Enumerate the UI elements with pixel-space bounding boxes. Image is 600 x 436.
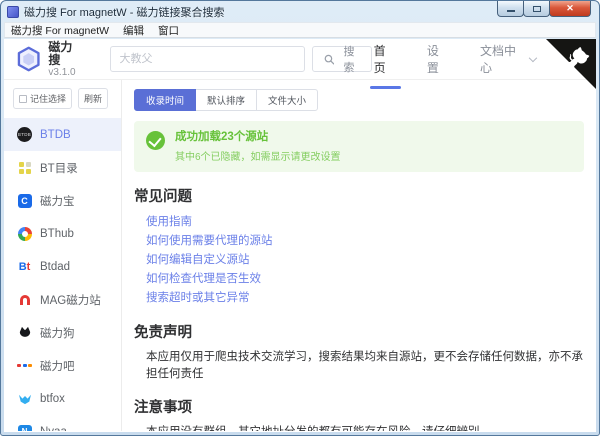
source-item-btdb[interactable]: BTDB BTDB xyxy=(4,118,121,151)
source-list: BTDB BTDB BT目录 C 磁力宝 BThub xyxy=(4,118,121,431)
menubar: 磁力搜 For magnetW 编辑 窗口 xyxy=(4,22,596,38)
source-label: MAG磁力站 xyxy=(40,292,101,308)
source-item-cilidog[interactable]: 磁力狗 xyxy=(4,316,121,349)
remember-selection-label: 记住选择 xyxy=(30,92,66,105)
menu-app[interactable]: 磁力搜 For magnetW xyxy=(11,23,109,38)
source-label: Btdad xyxy=(40,261,70,273)
app-surface: 磁力搜 v3.1.0 搜索 首页 设置 xyxy=(4,39,596,432)
source-label: Nyaa xyxy=(40,426,67,432)
app-name: 磁力搜 xyxy=(48,41,83,67)
sort-by-size-button[interactable]: 文件大小 xyxy=(256,89,318,111)
search-icon xyxy=(324,54,335,65)
sort-default-button[interactable]: 默认排序 xyxy=(195,89,257,111)
faq-link-proxy-check[interactable]: 如何检查代理是否生效 xyxy=(146,270,584,289)
faq-link-timeout[interactable]: 搜索超时或其它异常 xyxy=(146,289,584,308)
nyaa-icon: N xyxy=(17,424,32,431)
minimize-button[interactable] xyxy=(497,1,524,17)
source-item-btfox[interactable]: btfox xyxy=(4,382,121,415)
success-alert: 成功加载23个源站 其中6个已隐藏，如需显示请更改设置 xyxy=(134,121,584,172)
notice-section: 注意事项 本应用没有群组，其它地址分发的都有可能存在风险，请仔细辨别 xyxy=(134,396,584,431)
sort-group: 收录时间 默认排序 文件大小 xyxy=(134,89,584,111)
close-button[interactable]: ✕ xyxy=(549,1,591,17)
github-corner-link[interactable] xyxy=(546,39,596,89)
source-label: BT目录 xyxy=(40,160,78,176)
source-item-btml[interactable]: BT目录 xyxy=(4,151,121,184)
alert-subtitle: 其中6个已隐藏，如需显示请更改设置 xyxy=(175,148,341,163)
nav-docs[interactable]: 文档中心 xyxy=(478,39,538,82)
search-input[interactable] xyxy=(110,46,305,72)
source-label: 磁力吧 xyxy=(40,358,75,374)
logo: 磁力搜 v3.1.0 xyxy=(16,41,84,78)
source-sidebar: 记住选择 刷新 BTDB BTDB BT目录 xyxy=(4,80,122,431)
faq-section: 常见问题 使用指南 如何使用需要代理的源站 如何编辑自定义源站 如何检查代理是否… xyxy=(134,185,584,308)
faq-heading: 常见问题 xyxy=(134,185,584,206)
app-version: v3.1.0 xyxy=(48,67,83,78)
search-button-label: 搜索 xyxy=(338,43,359,75)
main-content: 收录时间 默认排序 文件大小 成功加载23个源站 其中6个已隐藏，如需显示请更改… xyxy=(122,80,596,431)
close-icon: ✕ xyxy=(566,3,574,14)
ciliba-icon xyxy=(17,358,32,373)
source-label: 磁力狗 xyxy=(40,325,75,341)
faq-link-proxy-sources[interactable]: 如何使用需要代理的源站 xyxy=(146,232,584,251)
disclaimer-text: 本应用仅用于爬虫技术交流学习，搜索结果均来自源站，更不会存储任何数据，亦不承担任… xyxy=(146,349,584,383)
chevron-down-icon xyxy=(529,53,537,61)
menu-edit[interactable]: 编辑 xyxy=(123,23,144,38)
nav-docs-label: 文档中心 xyxy=(480,42,526,76)
faq-link-custom-sources[interactable]: 如何编辑自定义源站 xyxy=(146,251,584,270)
refresh-label: 刷新 xyxy=(84,92,102,105)
source-label: BTDB xyxy=(40,129,71,141)
bthub-icon xyxy=(17,226,32,241)
search-area: 搜索 xyxy=(110,46,372,72)
remember-selection-button[interactable]: 记住选择 xyxy=(13,88,72,109)
dog-icon xyxy=(17,325,32,340)
alert-title: 成功加载23个源站 xyxy=(175,130,341,145)
titlebar: 磁力搜 For magnetW - 磁力链接聚合搜索 ✕ xyxy=(1,1,599,22)
nav-settings[interactable]: 设置 xyxy=(425,39,452,82)
btdad-icon: Bt xyxy=(17,259,32,274)
faq-link-guide[interactable]: 使用指南 xyxy=(146,213,584,232)
fox-icon xyxy=(17,391,32,406)
app-window: 磁力搜 For magnetW - 磁力链接聚合搜索 ✕ 磁力搜 For mag… xyxy=(0,0,600,436)
source-item-bthub[interactable]: BThub xyxy=(4,217,121,250)
source-label: BThub xyxy=(40,228,74,240)
window-title: 磁力搜 For magnetW - 磁力链接聚合搜索 xyxy=(24,4,224,20)
sort-by-date-button[interactable]: 收录时间 xyxy=(134,89,196,111)
app-icon xyxy=(7,6,19,18)
source-label: 磁力宝 xyxy=(40,193,75,209)
maximize-button[interactable] xyxy=(523,1,550,17)
cilibao-icon: C xyxy=(17,193,32,208)
source-item-cilibao[interactable]: C 磁力宝 xyxy=(4,184,121,217)
source-item-mag[interactable]: MAG磁力站 xyxy=(4,283,121,316)
nav-settings-label: 设置 xyxy=(427,42,450,76)
window-controls: ✕ xyxy=(498,1,591,17)
source-item-btdad[interactable]: Bt Btdad xyxy=(4,250,121,283)
nav-home[interactable]: 首页 xyxy=(372,39,399,82)
source-item-ciliba[interactable]: 磁力吧 xyxy=(4,349,121,382)
source-item-nyaa[interactable]: N Nyaa xyxy=(4,415,121,431)
notice-text: 本应用没有群组，其它地址分发的都有可能存在风险，请仔细辨别 xyxy=(146,424,584,431)
checkbox-icon xyxy=(19,95,27,103)
success-check-icon xyxy=(146,131,165,150)
source-label: btfox xyxy=(40,393,65,405)
notice-heading: 注意事项 xyxy=(134,396,584,417)
magnet-icon xyxy=(17,292,32,307)
minimize-icon xyxy=(507,10,515,12)
top-nav: 首页 设置 文档中心 xyxy=(372,39,538,82)
search-button[interactable]: 搜索 xyxy=(312,46,372,72)
nav-home-label: 首页 xyxy=(374,42,397,76)
github-octocat-icon xyxy=(546,39,596,89)
menu-window[interactable]: 窗口 xyxy=(158,23,179,38)
bt-catalog-icon xyxy=(17,160,32,175)
btdb-icon: BTDB xyxy=(17,127,32,142)
hexagon-logo-icon xyxy=(16,46,41,72)
disclaimer-section: 免责声明 本应用仅用于爬虫技术交流学习，搜索结果均来自源站，更不会存储任何数据，… xyxy=(134,321,584,383)
app-header: 磁力搜 v3.1.0 搜索 首页 设置 xyxy=(4,39,596,80)
sidebar-actions: 记住选择 刷新 xyxy=(4,88,121,118)
disclaimer-heading: 免责声明 xyxy=(134,321,584,342)
maximize-icon xyxy=(533,6,541,12)
refresh-button[interactable]: 刷新 xyxy=(78,88,108,109)
